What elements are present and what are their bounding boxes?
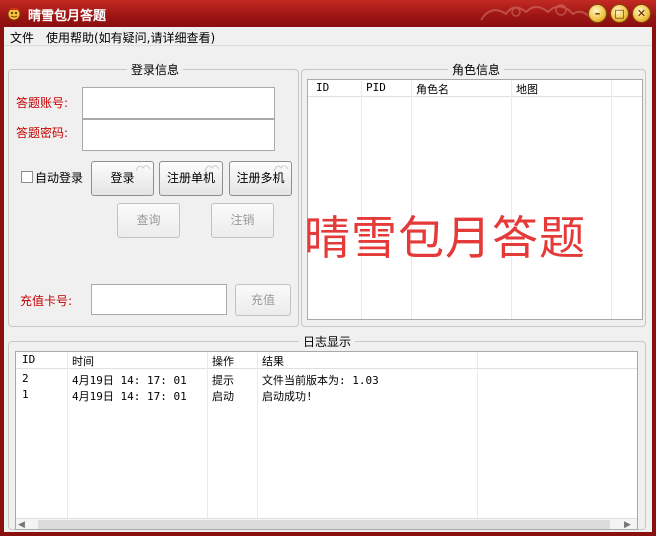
register-multi-button[interactable]: 注册多机 [229,161,292,196]
role-col-pid[interactable]: PID [366,81,386,96]
app-logo-icon [7,7,21,21]
maximize-icon: □ [614,7,625,20]
log-col-id[interactable]: ID [22,353,35,368]
window-title: 晴雪包月答题 [28,9,107,24]
login-group-title: 登录信息 [127,61,184,78]
menu-help[interactable]: 使用帮助(如有疑问,请详细查看) [46,29,215,46]
role-col-id[interactable]: ID [316,81,329,96]
query-button-label: 查询 [136,213,161,227]
cloud-ornament-icon [480,4,592,21]
title-bar[interactable]: 晴雪包月答题 – □ ✕ [0,0,656,27]
column-divider [611,80,612,319]
log-group-title: 日志显示 [299,333,356,350]
maximize-button[interactable]: □ [610,4,629,23]
role-list-header: ID PID 角色名 地图 [308,80,642,97]
log-row-result: 启动成功! [262,390,313,403]
close-button[interactable]: ✕ [632,4,651,23]
swirl-ornament-icon [135,165,151,172]
scrollbar-thumb[interactable] [38,520,610,529]
swirl-ornament-icon [273,165,289,172]
register-single-label: 注册单机 [166,171,215,185]
log-row-id: 2 [22,372,29,385]
log-row-result: 文件当前版本为: 1.03 [262,374,379,387]
role-group-title: 角色信息 [448,61,505,78]
column-divider [511,80,512,319]
register-multi-label: 注册多机 [236,171,285,185]
register-single-button[interactable]: 注册单机 [159,161,223,196]
scroll-left-icon[interactable]: ◀ [18,520,25,529]
log-row-time: 4月19日 14: 17: 01 [72,374,187,387]
role-col-name[interactable]: 角色名 [416,81,449,96]
log-col-action[interactable]: 操作 [212,353,234,368]
minimize-icon: – [594,7,601,20]
watermark-text: 晴雪包月答题 [304,211,586,265]
account-label: 答题账号: [16,96,69,110]
account-input[interactable] [82,87,275,119]
column-divider [361,80,362,319]
horizontal-scrollbar[interactable]: ◀ ▶ [16,518,637,529]
log-list[interactable]: ID 时间 操作 结果 2 4月19日 14: 17: 01 提示 文件当前版本… [15,351,638,530]
column-divider [207,352,208,529]
log-col-result[interactable]: 结果 [262,353,284,368]
column-divider [411,80,412,319]
logout-button[interactable]: 注销 [211,203,274,238]
recharge-label: 充值卡号: [20,294,73,308]
minimize-button[interactable]: – [588,4,607,23]
auto-login-checkbox[interactable] [21,171,33,183]
column-divider [477,352,478,529]
scroll-right-icon[interactable]: ▶ [624,520,631,529]
log-row-action: 提示 [212,374,234,387]
log-row-id: 1 [22,388,29,401]
log-list-header: ID 时间 操作 结果 [16,352,637,369]
column-divider [67,352,68,529]
app-window: 晴雪包月答题 – □ ✕ 文件 使用帮助(如有疑问,请详细查看) 登录信息 答题… [0,0,656,536]
password-label: 答题密码: [16,126,69,140]
swirl-ornament-icon [204,165,220,172]
role-list[interactable]: ID PID 角色名 地图 [307,79,643,320]
client-area: 文件 使用帮助(如有疑问,请详细查看) 登录信息 答题账号: 答题密码: 自动登… [4,27,652,532]
log-row-time: 4月19日 14: 17: 01 [72,390,187,403]
log-col-time[interactable]: 时间 [72,353,94,368]
auto-login-label: 自动登录 [35,171,84,185]
recharge-button[interactable]: 充值 [235,284,291,316]
role-col-map[interactable]: 地图 [516,81,538,96]
password-input[interactable] [82,119,275,151]
recharge-input[interactable] [91,284,227,315]
logout-button-label: 注销 [230,213,255,227]
log-row-action: 启动 [212,390,234,403]
menu-bar: 文件 使用帮助(如有疑问,请详细查看) [4,27,652,46]
login-button[interactable]: 登录 [91,161,154,196]
column-divider [257,352,258,529]
login-button-label: 登录 [110,171,135,185]
close-icon: ✕ [636,7,647,20]
query-button[interactable]: 查询 [117,203,180,238]
menu-file[interactable]: 文件 [10,29,34,46]
recharge-button-label: 充值 [250,293,275,307]
